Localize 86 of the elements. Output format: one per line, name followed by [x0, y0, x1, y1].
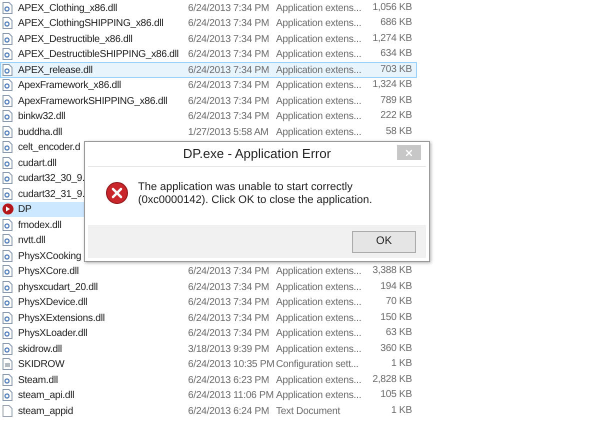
- file-type: Application extens...: [276, 390, 362, 401]
- file-date: 6/24/2013 7:34 PM: [188, 80, 270, 91]
- file-name: APEX_release.dll: [18, 64, 93, 76]
- file-date: 6/24/2013 7:34 PM: [188, 18, 270, 29]
- file-name: cudart32_30_9.: [18, 173, 85, 184]
- file-name: Steam.dll: [18, 374, 58, 386]
- file-type: Application extens...: [276, 328, 362, 339]
- file-date: 3/18/2013 9:39 PM: [188, 344, 270, 354]
- file-size: 1 KB: [391, 358, 412, 370]
- file-size: 70 KB: [386, 296, 412, 308]
- file-date: 6/24/2013 7:34 PM: [188, 312, 270, 324]
- file-type: Application extens...: [276, 111, 362, 122]
- file-type: Application extens...: [276, 18, 362, 29]
- file-name: binkw32.dll: [18, 111, 66, 122]
- file-name: PhysXExtensions.dll: [18, 312, 105, 324]
- file-size: 1,274 KB: [372, 32, 412, 45]
- file-type: Configuration sett...: [276, 359, 359, 370]
- file-type: Application extens...: [276, 126, 362, 138]
- file-name: PhysXDevice.dll: [18, 297, 88, 308]
- file-date: 6/24/2013 7:34 PM: [188, 64, 270, 76]
- file-type: Application extens...: [276, 80, 362, 91]
- file-type: Application extens...: [276, 96, 362, 106]
- file-type: Application extens...: [276, 266, 362, 277]
- file-type: Application extens...: [276, 344, 362, 354]
- file-name: PhysXLoader.dll: [18, 328, 88, 339]
- file-name: physxcudart_20.dll: [18, 282, 98, 292]
- file-name: nvtt.dll: [18, 235, 46, 246]
- file-name: APEX_Clothing_x86.dll: [18, 2, 118, 14]
- file-date: 6/24/2013 7:34 PM: [188, 282, 270, 292]
- file-size: 1,324 KB: [372, 79, 412, 92]
- file-name: PhysXCore.dll: [18, 266, 79, 277]
- file-type: Application extens...: [276, 49, 362, 60]
- file-name: ApexFramework_x86.dll: [18, 80, 122, 91]
- file-size: 63 KB: [386, 327, 412, 340]
- file-size: 1 KB: [391, 404, 412, 417]
- file-date: 6/24/2013 7:34 PM: [188, 49, 270, 60]
- file-date: 6/24/2013 7:34 PM: [188, 2, 270, 14]
- file-type: Application extens...: [276, 312, 362, 324]
- file-name: celt_encoder.d: [18, 142, 80, 153]
- file-name: skidrow.dll: [18, 344, 62, 354]
- file-type: Application extens...: [276, 282, 362, 292]
- file-size: 194 KB: [380, 280, 412, 293]
- file-date: 6/24/2013 6:23 PM: [188, 374, 270, 386]
- file-name: SKIDROW: [18, 359, 64, 370]
- file-name: ApexFrameworkSHIPPING_x86.dll: [18, 96, 168, 106]
- file-date: 6/24/2013 7:34 PM: [188, 96, 270, 106]
- file-type: Text Document: [276, 406, 340, 416]
- file-date: 6/24/2013 7:34 PM: [188, 328, 270, 339]
- file-name: cudart32_31_9.: [18, 188, 85, 200]
- dialog-title: DP.exe - Application Error: [183, 145, 331, 164]
- file-type: Application extens...: [276, 34, 362, 44]
- file-date: 6/24/2013 11:06 PM: [188, 390, 274, 401]
- file-type: Application extens...: [276, 64, 362, 76]
- file-name: DP: [18, 204, 32, 215]
- file-date: 6/24/2013 6:24 PM: [188, 406, 270, 416]
- file-name: fmodex.dll: [18, 220, 62, 230]
- file-date: 6/24/2013 7:34 PM: [188, 297, 270, 308]
- file-type: Application extens...: [276, 374, 362, 386]
- file-size: 789 KB: [380, 94, 412, 107]
- file-type: Application extens...: [276, 2, 362, 14]
- file-name: steam_api.dll: [18, 390, 74, 401]
- file-size: 703 KB: [380, 64, 412, 76]
- file-size: 1,056 KB: [372, 2, 412, 14]
- file-name: PhysXCooking: [18, 250, 82, 262]
- file-name: steam_appid: [18, 406, 74, 416]
- file-size: 686 KB: [380, 17, 412, 30]
- file-name: buddha.dll: [18, 126, 62, 138]
- file-type: Application extens...: [276, 297, 362, 308]
- file-date: 6/24/2013 7:34 PM: [188, 111, 270, 122]
- file-size: 58 KB: [386, 126, 412, 138]
- file-date: 6/24/2013 7:34 PM: [188, 266, 270, 277]
- file-size: 634 KB: [380, 48, 412, 60]
- file-size: 3,388 KB: [372, 265, 412, 278]
- file-size: 150 KB: [380, 312, 412, 324]
- error-message: The application was unable to start correctly (0xc0000142). Click OK to close the application.: [138, 181, 374, 207]
- file-name: APEX_ClothingSHIPPING_x86.dll: [18, 18, 164, 29]
- file-size: 222 KB: [380, 110, 412, 122]
- file-name: APEX_Destructible_x86.dll: [18, 34, 133, 44]
- file-size: 2,828 KB: [372, 374, 412, 386]
- file-name: cudart.dll: [18, 158, 57, 168]
- file-date: 6/24/2013 10:35 PM: [188, 359, 274, 370]
- file-name: APEX_DestructibleSHIPPING_x86.dll: [18, 49, 179, 60]
- file-size: 105 KB: [380, 389, 412, 402]
- file-date: 1/27/2013 5:58 AM: [188, 126, 269, 138]
- file-size: 360 KB: [380, 342, 412, 355]
- file-date: 6/24/2013 7:34 PM: [188, 34, 270, 44]
